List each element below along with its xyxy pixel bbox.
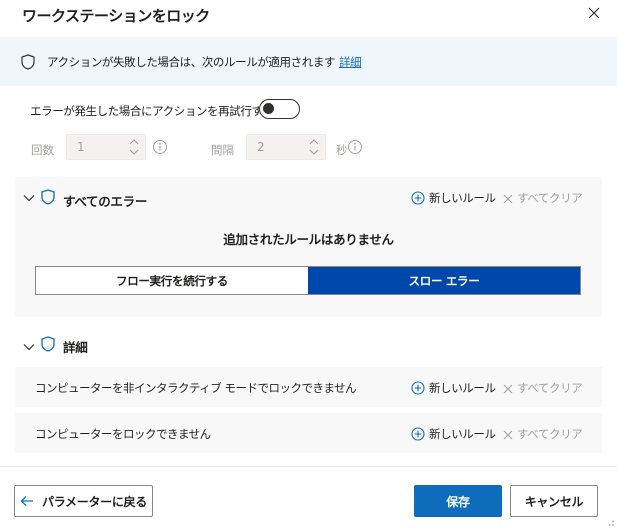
arrow-left-icon	[20, 496, 34, 506]
toggle-knob	[263, 103, 274, 114]
info-message: アクションが失敗した場合は、次のルールが適用されます	[47, 55, 336, 69]
add-circle-icon	[411, 381, 425, 395]
resize-grip-icon[interactable]	[605, 516, 615, 530]
add-circle-icon	[411, 427, 425, 441]
add-rule-button[interactable]: 新しいルール	[411, 380, 496, 396]
clear-all-button[interactable]: すべてクリア	[503, 426, 583, 442]
clear-all-button[interactable]: すべてクリア	[503, 190, 583, 206]
add-rule-button[interactable]: 新しいルール	[411, 190, 496, 206]
detail-row: コンピューターをロックできません 新しいルール すべてクリア	[15, 413, 602, 453]
clear-all-button[interactable]: すべてクリア	[503, 380, 583, 396]
interval-stepper[interactable]: 2	[246, 134, 326, 160]
clear-all-label: すべてクリア	[517, 381, 583, 395]
details-title: 詳細	[63, 340, 88, 355]
all-errors-panel: すべてのエラー 新しいルール すべてクリア 追加されたルールはありません フロー…	[15, 177, 602, 317]
info-text: アクションが失敗した場合は、次のルールが適用されます 詳細	[47, 54, 362, 70]
interval-value: 2	[257, 140, 265, 154]
error-mode-selector: フロー実行を続行する スロー エラー	[35, 266, 581, 295]
footer-divider	[0, 466, 617, 467]
stepper-arrows-icon[interactable]	[305, 136, 323, 158]
save-button[interactable]: 保存	[414, 485, 502, 517]
add-rule-label: 新しいルール	[429, 427, 496, 441]
clear-icon	[503, 430, 513, 440]
count-info-icon[interactable]	[152, 139, 168, 158]
continue-flow-option[interactable]: フロー実行を続行する	[36, 267, 308, 294]
add-circle-icon	[411, 191, 425, 205]
clear-all-label: すべてクリア	[517, 427, 583, 441]
all-errors-title: すべてのエラー	[63, 194, 148, 209]
info-banner: アクションが失敗した場合は、次のルールが適用されます 詳細	[0, 37, 617, 86]
cancel-button[interactable]: キャンセル	[510, 485, 598, 517]
dialog-header: ワークステーションをロック	[0, 0, 617, 34]
stepper-arrows-icon[interactable]	[125, 136, 143, 158]
interval-info-icon[interactable]	[347, 139, 363, 158]
clear-icon	[503, 384, 513, 394]
interval-label: 間隔	[211, 143, 234, 157]
chevron-down-icon[interactable]	[23, 340, 35, 354]
shield-icon	[21, 54, 35, 73]
chevron-down-icon[interactable]	[23, 191, 35, 205]
clear-all-label: すべてクリア	[517, 191, 583, 205]
back-to-parameters-button[interactable]: パラメーターに戻る	[14, 485, 153, 517]
details-link[interactable]: 詳細	[339, 55, 362, 69]
add-rule-button[interactable]: 新しいルール	[411, 426, 496, 442]
retry-label: エラーが発生した場合にアクションを再試行する	[30, 104, 274, 118]
seconds-unit: 秒	[336, 143, 348, 157]
details-header[interactable]: 詳細	[15, 333, 602, 357]
retry-toggle[interactable]	[259, 99, 300, 119]
dialog-title: ワークステーションをロック	[22, 7, 210, 25]
detail-row-label: コンピューターを非インタラクティブ モードでロックできません	[35, 381, 357, 395]
add-rule-label: 新しいルール	[429, 381, 496, 395]
detail-row: コンピューターを非インタラクティブ モードでロックできません 新しいルール すべ…	[15, 367, 602, 407]
back-label: パラメーターに戻る	[42, 494, 147, 509]
count-stepper[interactable]: 1	[66, 134, 146, 160]
shield-icon	[41, 336, 55, 355]
all-errors-header[interactable]: すべてのエラー 新しいルール すべてクリア	[15, 177, 602, 217]
empty-rules-message: 追加されたルールはありません	[223, 232, 394, 247]
detail-row-label: コンピューターをロックできません	[35, 427, 211, 441]
close-icon[interactable]	[586, 5, 602, 21]
shield-icon	[41, 189, 55, 208]
count-value: 1	[77, 140, 85, 154]
add-rule-label: 新しいルール	[429, 191, 496, 205]
throw-error-option[interactable]: スロー エラー	[308, 267, 580, 294]
clear-icon	[503, 194, 513, 204]
count-label: 回数	[31, 143, 54, 157]
